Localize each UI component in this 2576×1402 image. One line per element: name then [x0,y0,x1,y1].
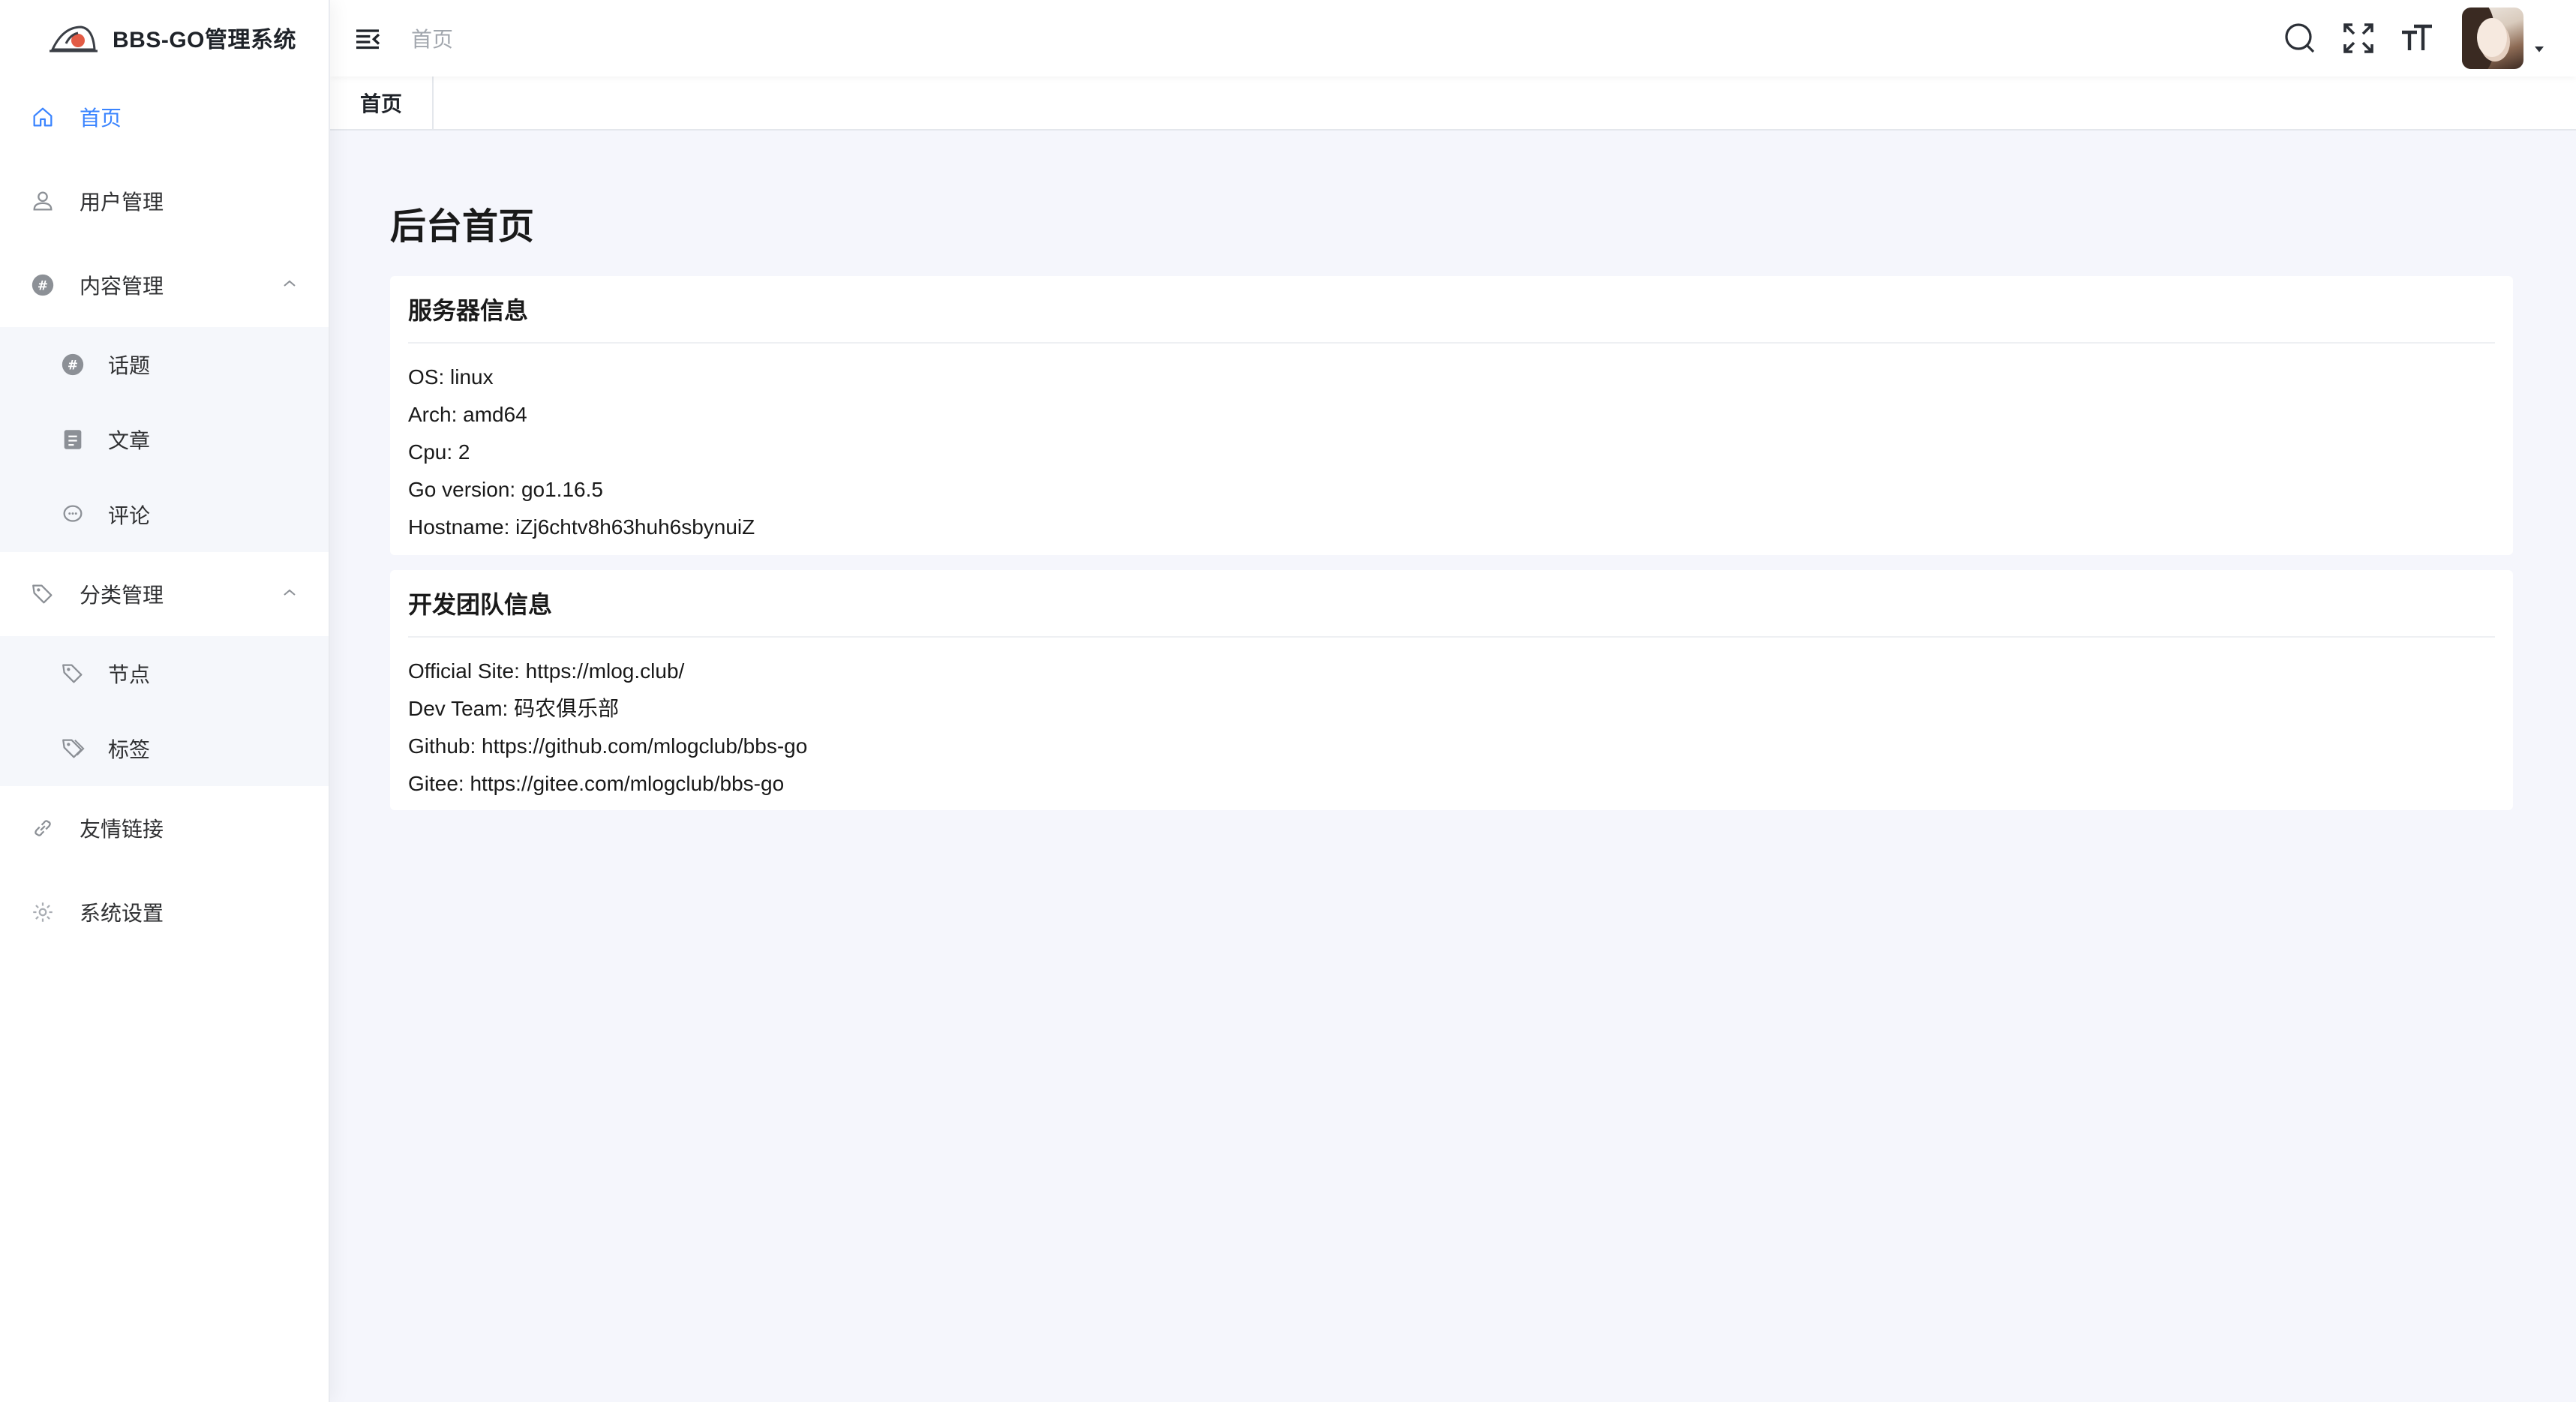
font-size-icon[interactable] [2399,20,2435,56]
svg-text:#: # [68,358,78,373]
sidebar-item-links[interactable]: 友情链接 [0,786,329,870]
avatar-face [2477,18,2507,57]
gear-icon [30,899,56,925]
sidebar-menu: 首页 用户管理 # 内容管理 # 话题 文章 评论 分类管理 节点 标签 友情链… [0,75,329,954]
comment-icon [60,502,86,527]
sidebar-item-label: 分类管理 [80,584,164,607]
tag-home[interactable]: 首页 [330,77,434,129]
sidebar-item-label: 首页 [80,107,122,130]
sidebar-item-label: 节点 [108,663,151,686]
card-title: 开发团队信息 [408,570,2495,638]
sidebar-item-comments[interactable]: 评论 [0,477,329,552]
sidebar-item-label: 标签 [108,738,151,761]
page-title: 后台首页 [390,207,535,247]
server-info-card: 服务器信息 OS: linux Arch: amd64 Cpu: 2 Go ve… [390,276,2513,555]
team-github: Github: https://github.com/mlogclub/bbs-… [408,734,808,758]
svg-text:#: # [38,278,48,293]
link-icon [30,815,56,841]
sidebar-item-settings[interactable]: 系统设置 [0,870,329,954]
sidebar-item-label: 话题 [108,354,151,377]
sidebar-item-articles[interactable]: 文章 [0,402,329,477]
sidebar-item-nodes[interactable]: 节点 [0,636,329,711]
avatar[interactable] [2462,8,2523,69]
server-cpu: Cpu: 2 [408,440,470,464]
chevron-up-icon[interactable] [281,275,299,293]
sidebar-item-label: 文章 [108,429,151,452]
card-title: 服务器信息 [408,276,2495,344]
app-root: BBS-GO管理系统 首页 用户管理 # 内容管理 # 话题 文章 评论 分类管… [0,0,2576,1402]
main-content: 后台首页 服务器信息 OS: linux Arch: amd64 Cpu: 2 … [330,131,2576,1402]
server-go-version: Go version: go1.16.5 [408,478,603,501]
sidebar-item-categories[interactable]: 分类管理 [0,552,329,636]
navbar-actions [2259,0,2546,77]
sidebar-item-content[interactable]: # 内容管理 [0,243,329,327]
brand-title: BBS-GO管理系统 [113,28,296,53]
sidebar-item-label: 友情链接 [80,818,164,841]
document-icon [60,427,86,452]
caret-down-icon[interactable] [2532,42,2546,56]
server-arch: Arch: amd64 [408,403,527,426]
server-os: OS: linux [408,365,494,389]
brand[interactable]: BBS-GO管理系统 [0,0,329,75]
fullscreen-icon[interactable] [2340,20,2376,56]
sidebar-item-label: 内容管理 [80,275,164,298]
hash-icon: # [30,272,56,298]
home-icon [30,104,56,130]
team-official-site: Official Site: https://mlog.club/ [408,659,685,683]
tags-icon [30,581,56,607]
sidebar-item-topics[interactable]: # 话题 [0,327,329,402]
sidebar-item-label: 系统设置 [80,902,164,925]
sidebar-item-label: 用户管理 [80,191,164,214]
card-body: OS: linux Arch: amd64 Cpu: 2 Go version:… [390,344,2513,546]
submenu-content: # 话题 文章 评论 [0,327,329,552]
user-icon [30,188,56,214]
sidebar-item-label: 评论 [108,504,151,527]
team-dev-team: Dev Team: 码农俱乐部 [408,697,620,720]
tags-bar: 首页 [330,77,2576,131]
team-gitee: Gitee: https://gitee.com/mlogclub/bbs-go [408,772,785,795]
submenu-categories: 节点 标签 [0,636,329,786]
hash-icon: # [60,352,86,377]
team-info-card: 开发团队信息 Official Site: https://mlog.club/… [390,570,2513,810]
server-hostname: Hostname: iZj6chtv8h63huh6sbynuiZ [408,515,755,539]
hamburger-icon[interactable] [353,23,383,53]
breadcrumb[interactable]: 首页 [411,23,453,53]
tag-icon [60,661,86,686]
card-body: Official Site: https://mlog.club/ Dev Te… [390,638,2513,803]
top-navbar: 首页 [330,0,2576,77]
sidebar-item-tags[interactable]: 标签 [0,711,329,786]
search-icon[interactable] [2282,20,2318,56]
chevron-up-icon[interactable] [281,584,299,602]
tags-icon [60,736,86,761]
sidebar-item-users[interactable]: 用户管理 [0,159,329,243]
bbs-go-logo-icon [50,26,98,53]
sidebar-item-home[interactable]: 首页 [0,75,329,159]
sidebar: BBS-GO管理系统 首页 用户管理 # 内容管理 # 话题 文章 评论 分类管… [0,0,330,1402]
